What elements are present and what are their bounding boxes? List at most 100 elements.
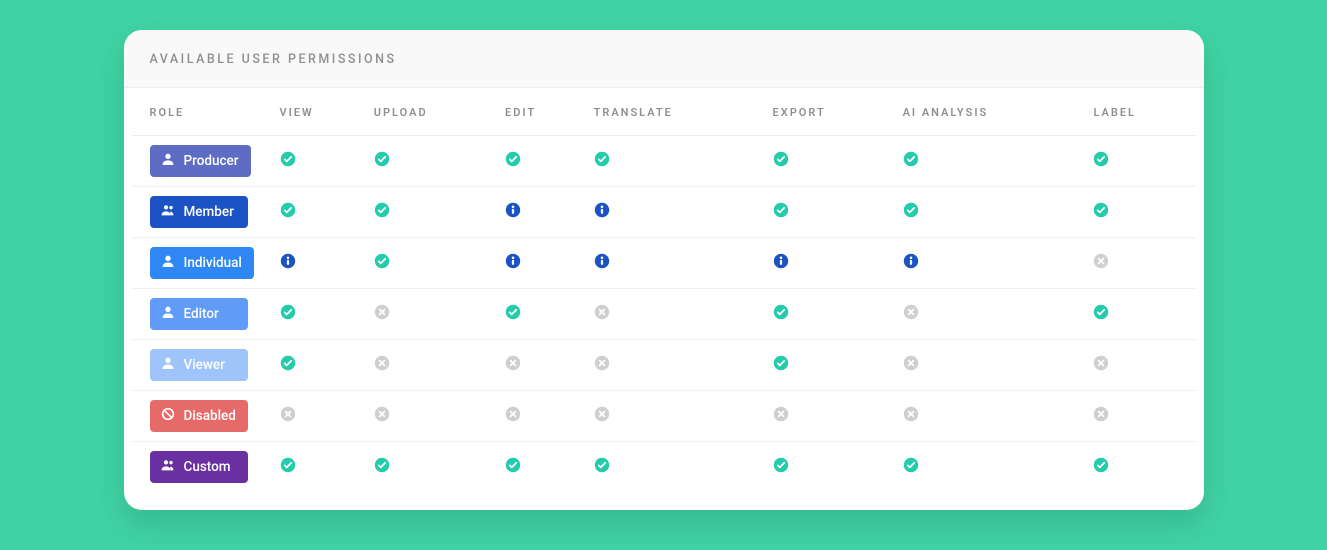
role-label: Member bbox=[184, 204, 234, 220]
role-badge-producer[interactable]: Producer bbox=[150, 145, 251, 177]
x-circle-icon bbox=[374, 407, 390, 426]
info-circle-icon bbox=[505, 203, 521, 222]
check-circle-icon bbox=[773, 305, 789, 324]
role-label: Editor bbox=[184, 306, 219, 322]
perm-cell bbox=[895, 442, 1086, 493]
perm-cell bbox=[497, 187, 586, 238]
info-circle-icon bbox=[594, 203, 610, 222]
check-circle-icon bbox=[505, 152, 521, 171]
check-circle-icon bbox=[1093, 305, 1109, 324]
check-circle-icon bbox=[374, 152, 390, 171]
role-cell: Viewer bbox=[132, 340, 272, 391]
col-upload: UPLOAD bbox=[366, 88, 497, 136]
x-circle-icon bbox=[374, 305, 390, 324]
check-circle-icon bbox=[594, 152, 610, 171]
x-circle-icon bbox=[505, 407, 521, 426]
x-circle-icon bbox=[903, 407, 919, 426]
role-badge-member[interactable]: Member bbox=[150, 196, 248, 228]
perm-cell bbox=[272, 442, 366, 493]
perm-cell bbox=[586, 136, 765, 187]
col-translate: TRANSLATE bbox=[586, 88, 765, 136]
info-circle-icon bbox=[903, 254, 919, 273]
info-circle-icon bbox=[594, 254, 610, 273]
perm-cell bbox=[895, 289, 1086, 340]
perm-cell bbox=[497, 238, 586, 289]
check-circle-icon bbox=[1093, 203, 1109, 222]
x-circle-icon bbox=[374, 356, 390, 375]
check-circle-icon bbox=[1093, 152, 1109, 171]
perm-cell bbox=[366, 391, 497, 442]
permissions-card: AVAILABLE USER PERMISSIONS ROLEVIEWUPLOA… bbox=[124, 30, 1204, 510]
perm-cell bbox=[366, 340, 497, 391]
check-circle-icon bbox=[374, 458, 390, 477]
perm-cell bbox=[895, 340, 1086, 391]
col-label: LABEL bbox=[1085, 88, 1195, 136]
info-circle-icon bbox=[773, 254, 789, 273]
perm-cell bbox=[497, 136, 586, 187]
x-circle-icon bbox=[903, 356, 919, 375]
perm-cell bbox=[586, 442, 765, 493]
x-circle-icon bbox=[594, 305, 610, 324]
x-circle-icon bbox=[505, 356, 521, 375]
perm-cell bbox=[765, 340, 895, 391]
perm-cell bbox=[765, 187, 895, 238]
perm-cell bbox=[765, 136, 895, 187]
check-circle-icon bbox=[1093, 458, 1109, 477]
check-circle-icon bbox=[280, 152, 296, 171]
perm-cell bbox=[895, 136, 1086, 187]
check-circle-icon bbox=[903, 152, 919, 171]
perm-cell bbox=[497, 289, 586, 340]
role-row-producer: Producer bbox=[132, 136, 1196, 187]
x-circle-icon bbox=[903, 305, 919, 324]
perm-cell bbox=[1085, 340, 1195, 391]
perm-cell bbox=[272, 136, 366, 187]
perm-cell bbox=[1085, 187, 1195, 238]
role-cell: Custom bbox=[132, 442, 272, 493]
perm-cell bbox=[366, 136, 497, 187]
perm-cell bbox=[586, 289, 765, 340]
role-label: Individual bbox=[184, 255, 242, 271]
role-label: Viewer bbox=[184, 357, 225, 373]
check-circle-icon bbox=[280, 305, 296, 324]
role-cell: Disabled bbox=[132, 391, 272, 442]
info-circle-icon bbox=[505, 254, 521, 273]
perm-cell bbox=[1085, 136, 1195, 187]
perm-cell bbox=[765, 289, 895, 340]
role-badge-individual[interactable]: Individual bbox=[150, 247, 254, 279]
card-title: AVAILABLE USER PERMISSIONS bbox=[150, 52, 397, 67]
check-circle-icon bbox=[594, 458, 610, 477]
x-circle-icon bbox=[1093, 407, 1109, 426]
x-circle-icon bbox=[1093, 254, 1109, 273]
check-circle-icon bbox=[773, 458, 789, 477]
perm-cell bbox=[366, 442, 497, 493]
person-icon bbox=[160, 151, 176, 171]
perm-cell bbox=[366, 238, 497, 289]
role-row-member: Member bbox=[132, 187, 1196, 238]
perm-cell bbox=[1085, 442, 1195, 493]
perm-cell bbox=[895, 187, 1086, 238]
role-badge-viewer[interactable]: Viewer bbox=[150, 349, 248, 381]
role-label: Custom bbox=[184, 459, 231, 475]
person-icon bbox=[160, 253, 176, 273]
perm-cell bbox=[272, 340, 366, 391]
check-circle-icon bbox=[374, 254, 390, 273]
info-circle-icon bbox=[280, 254, 296, 273]
person-icon bbox=[160, 304, 176, 324]
role-badge-disabled[interactable]: Disabled bbox=[150, 400, 248, 432]
role-badge-editor[interactable]: Editor bbox=[150, 298, 248, 330]
col-role: ROLE bbox=[132, 88, 272, 136]
role-row-editor: Editor bbox=[132, 289, 1196, 340]
perm-cell bbox=[272, 187, 366, 238]
col-view: VIEW bbox=[272, 88, 366, 136]
perm-cell bbox=[586, 391, 765, 442]
perm-cell bbox=[497, 391, 586, 442]
perm-cell bbox=[586, 187, 765, 238]
role-label: Disabled bbox=[184, 408, 236, 424]
perm-cell bbox=[366, 289, 497, 340]
role-badge-custom[interactable]: Custom bbox=[150, 451, 248, 483]
perm-cell bbox=[765, 238, 895, 289]
role-cell: Member bbox=[132, 187, 272, 238]
x-circle-icon bbox=[594, 407, 610, 426]
role-cell: Producer bbox=[132, 136, 272, 187]
check-circle-icon bbox=[280, 458, 296, 477]
